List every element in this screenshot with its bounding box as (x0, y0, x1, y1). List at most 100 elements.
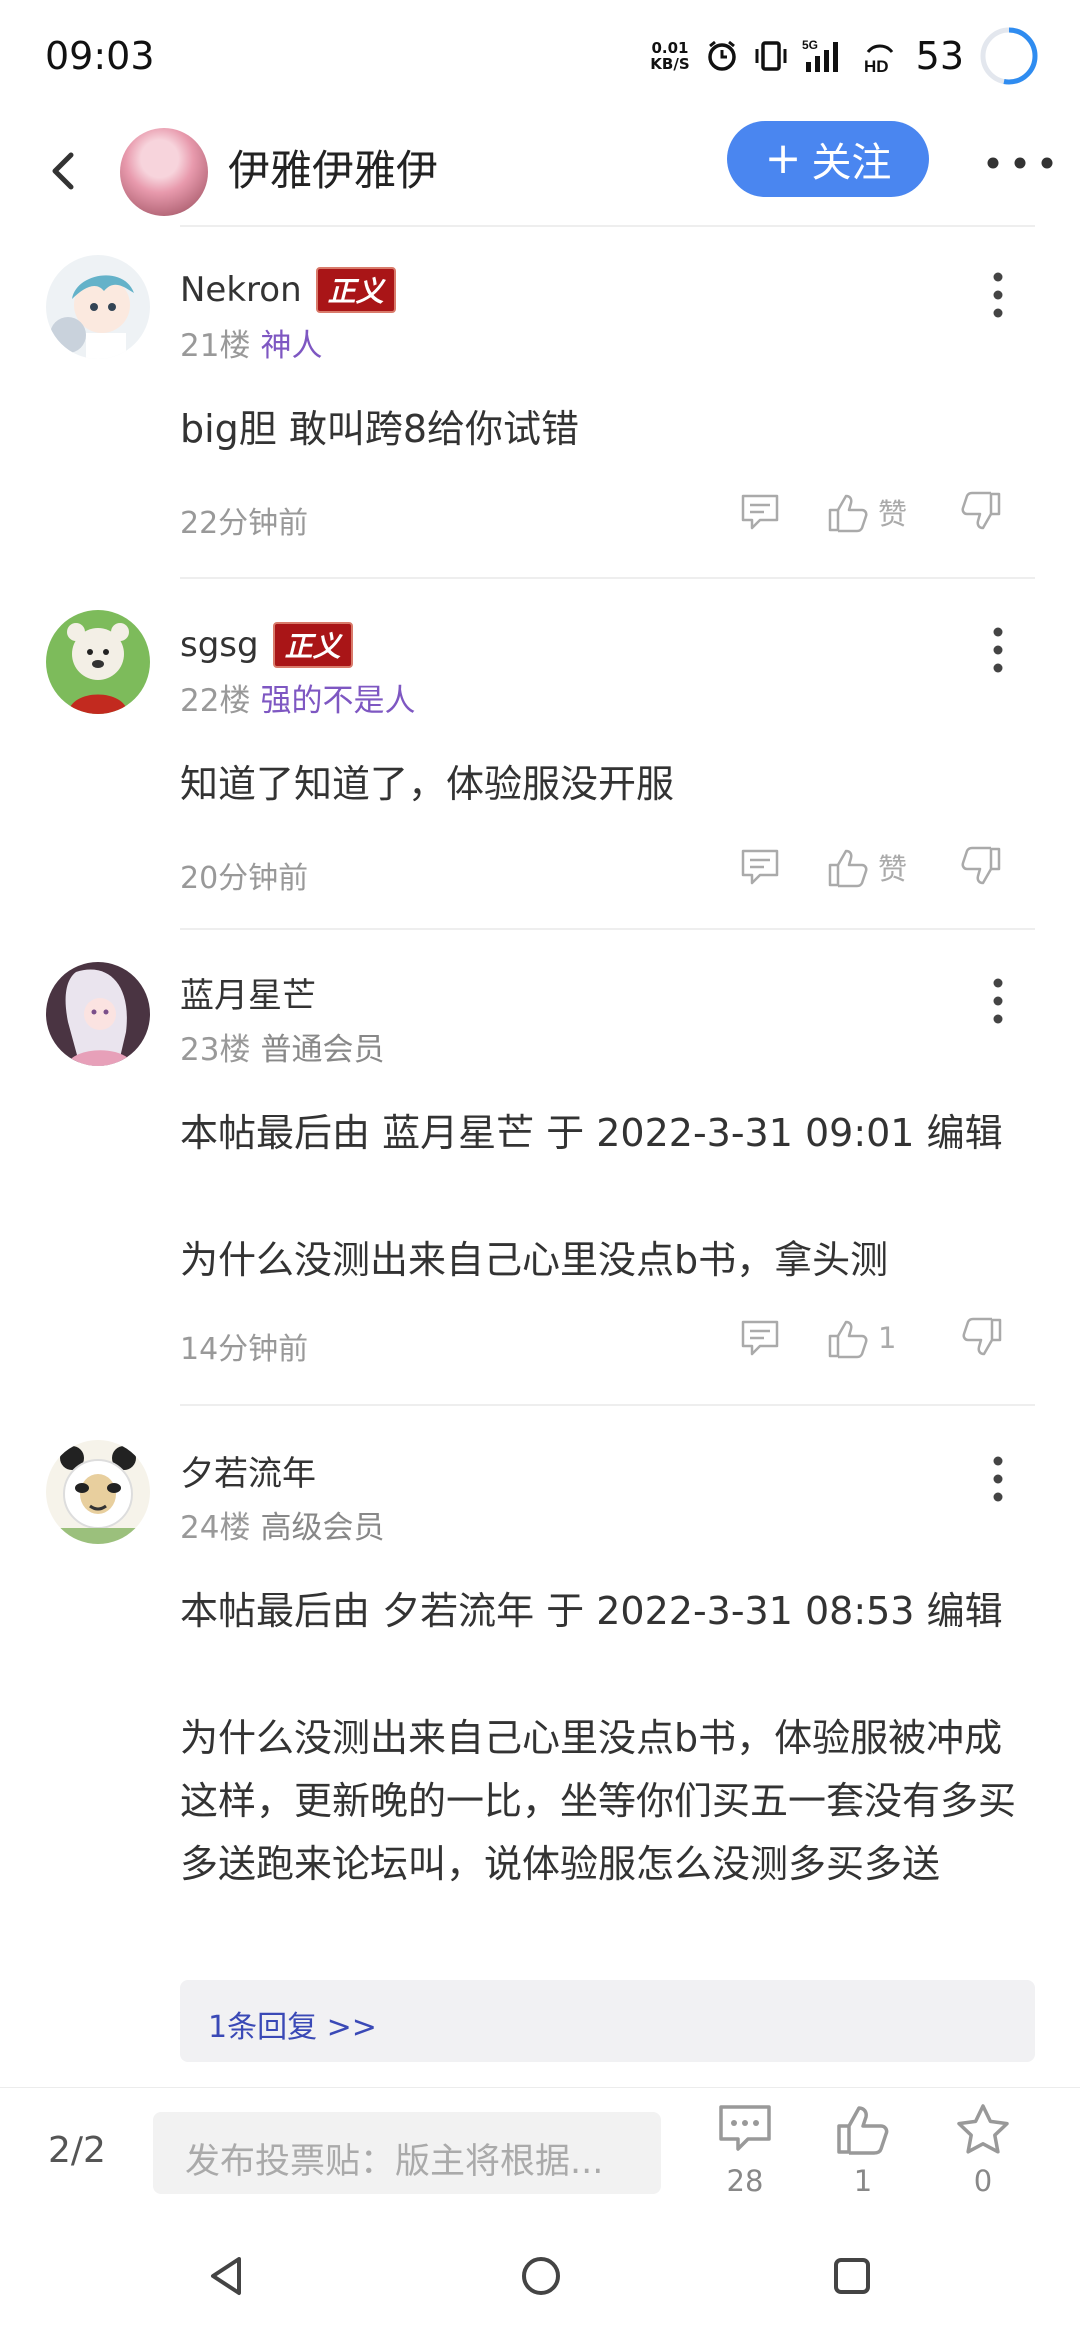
compose-input[interactable]: 发布投票贴：版主将根据... (153, 2112, 661, 2194)
user-badge: 正义 (272, 622, 353, 668)
post-actions: 赞 (738, 490, 1003, 534)
floor-number: 24楼 (180, 1510, 251, 1546)
compose-placeholder: 发布投票贴：版主将根据... (185, 2142, 604, 2182)
comment-icon[interactable] (738, 845, 782, 889)
post-more-icon[interactable] (990, 1454, 1006, 1504)
battery-level: 53 (915, 34, 964, 78)
post-more-icon[interactable] (990, 270, 1006, 320)
like-count[interactable]: 赞 (878, 491, 907, 533)
avatar[interactable] (46, 255, 150, 359)
battery-ring-icon (980, 27, 1038, 85)
floor-number: 23楼 (180, 1032, 251, 1068)
comments-button[interactable]: 28 (705, 2102, 785, 2198)
like-icon[interactable] (826, 845, 870, 889)
back-arrow-icon[interactable] (35, 141, 95, 201)
post-username[interactable]: Nekron 正义 (180, 267, 396, 313)
comment-icon[interactable] (738, 490, 782, 534)
follow-label: 关注 (811, 140, 892, 186)
divider (180, 577, 1035, 579)
post-time: 22分钟前 (180, 506, 309, 541)
more-options-icon[interactable] (985, 153, 1055, 173)
nav-back-icon[interactable] (207, 2255, 247, 2297)
dislike-icon[interactable] (960, 1316, 1004, 1360)
anime-girl-avatar-image (46, 962, 150, 1066)
user-rank: 普通会员 (260, 1032, 385, 1068)
svg-text:HD: HD (864, 57, 889, 74)
dislike-icon[interactable] (959, 845, 1003, 889)
user-rank: 高级会员 (260, 1510, 385, 1546)
net-speed-value: 0.01 (651, 39, 689, 57)
post-content: 为什么没测出来自己心里没点b书，拿头测 (180, 1238, 889, 1282)
avatar[interactable] (46, 610, 150, 714)
post-actions: 赞 (738, 845, 1003, 889)
post-username[interactable]: 蓝月星芒 (180, 968, 316, 1017)
like-button[interactable]: 1 (823, 2102, 903, 2198)
divider (180, 225, 1035, 227)
plus-icon: + (764, 133, 802, 184)
post-meta: 23楼 普通会员 (180, 1024, 384, 1069)
net-speed-unit: KB/S (650, 55, 690, 73)
avatar[interactable] (46, 1440, 150, 1544)
like-count: 1 (853, 2164, 873, 2198)
floor-number: 21楼 (180, 328, 251, 364)
user-badge: 正义 (315, 267, 396, 313)
post-content: 知道了知道了，体验服没开服 (180, 762, 675, 806)
username-text: Nekron (180, 270, 302, 310)
star-icon (957, 2104, 1009, 2154)
favorite-button[interactable]: 0 (943, 2102, 1023, 2198)
like-count[interactable]: 1 (878, 1321, 896, 1355)
author-name[interactable]: 伊雅伊雅伊 (228, 137, 438, 198)
post-more-icon[interactable] (990, 625, 1006, 675)
user-rank: 强的不是人 (260, 683, 416, 719)
post-edit-note: 本帖最后由 蓝月星芒 于 2022-3-31 09:01 编辑 (180, 1111, 1003, 1155)
post-edit-note: 本帖最后由 夕若流年 于 2022-3-31 08:53 编辑 (180, 1589, 1003, 1633)
post-meta: 22楼 强的不是人 (180, 675, 415, 720)
divider (180, 1404, 1035, 1406)
status-time: 09:03 (45, 34, 155, 78)
post-more-icon[interactable] (990, 976, 1006, 1026)
alarm-icon (707, 40, 736, 71)
post-time: 20分钟前 (180, 861, 309, 896)
status-icons: 0.01 KB/S 5G HD 53 (650, 25, 1040, 87)
bear-avatar-image (46, 610, 150, 714)
panda-avatar-image (46, 1440, 150, 1544)
author-avatar[interactable] (120, 128, 208, 216)
thread-header: 伊雅伊雅伊 + 关注 (0, 115, 1080, 227)
svg-text:5G: 5G (802, 38, 818, 52)
avatar[interactable] (46, 962, 150, 1066)
anime-avatar-image (46, 255, 150, 359)
page-indicator[interactable]: 2/2 (48, 2130, 106, 2171)
post-username[interactable]: sgsg 正义 (180, 622, 353, 668)
nav-home-icon[interactable] (519, 2254, 563, 2298)
post-username[interactable]: 夕若流年 (180, 1446, 316, 1495)
comment-count: 28 (726, 2164, 764, 2198)
username-text: 蓝月星芒 (180, 976, 316, 1016)
hd-icon: HD (864, 44, 893, 74)
comment-icon[interactable] (738, 1316, 782, 1360)
post-actions: 1 (738, 1316, 1004, 1360)
username-text: 夕若流年 (180, 1454, 316, 1494)
system-nav-bar (0, 2207, 1080, 2340)
divider (180, 928, 1035, 930)
reply-preview[interactable]: 1条回复 >> (180, 1980, 1035, 2062)
status-bar: 09:03 0.01 KB/S 5G HD 53 (0, 0, 1080, 115)
dislike-icon[interactable] (959, 490, 1003, 534)
post-meta: 21楼 神人 (180, 320, 322, 365)
star-count: 0 (973, 2164, 993, 2198)
comment-bubble-icon (719, 2105, 771, 2151)
net-speed: 0.01 KB/S (650, 40, 689, 72)
post-meta: 24楼 高级会员 (180, 1502, 384, 1547)
username-text: sgsg (180, 625, 259, 665)
bottom-action-bar: 2/2 发布投票贴：版主将根据... 28 1 0 (0, 2087, 1080, 2208)
nav-recents-icon[interactable] (831, 2255, 873, 2297)
like-icon[interactable] (826, 490, 870, 534)
vibrate-icon (755, 41, 787, 71)
post-content: big胆 敢叫跨8给你试错 (180, 407, 580, 451)
follow-button[interactable]: + 关注 (727, 121, 929, 197)
floor-number: 22楼 (180, 683, 251, 719)
post-time: 14分钟前 (180, 1332, 309, 1367)
reply-link[interactable]: 1条回复 >> (208, 2002, 377, 2046)
like-icon[interactable] (826, 1316, 870, 1360)
user-rank: 神人 (260, 328, 323, 364)
like-count[interactable]: 赞 (878, 846, 907, 888)
